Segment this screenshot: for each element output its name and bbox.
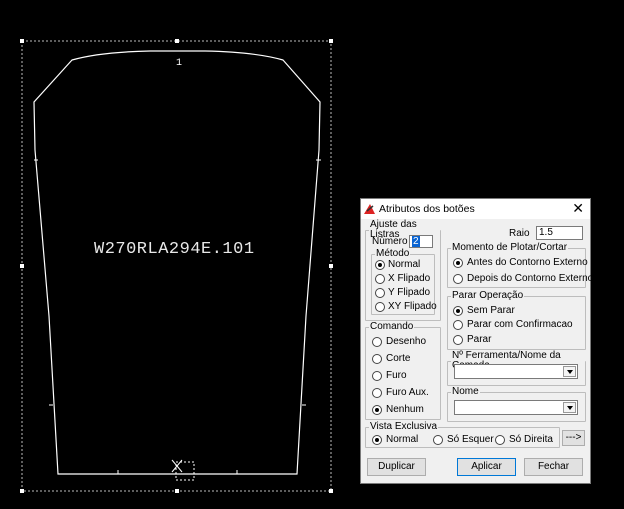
radio-corte[interactable] (372, 354, 382, 364)
radio-depois[interactable] (453, 274, 463, 284)
antes-label: Antes do Contorno Externo (467, 257, 588, 268)
radio-sem-parar[interactable] (453, 306, 463, 316)
fechar-button[interactable]: Fechar (524, 458, 583, 476)
radio-nenhum[interactable] (372, 405, 382, 415)
app-icon (364, 204, 375, 214)
metodo-normal-label: Normal (388, 259, 421, 270)
duplicar-button[interactable]: Duplicar (367, 458, 426, 476)
radio-furo-aux[interactable] (372, 388, 382, 398)
radio-parar-confirmacao[interactable] (453, 320, 463, 330)
part-label: W270RLA294E.101 (94, 240, 255, 259)
close-icon[interactable]: ✕ (572, 201, 584, 215)
radio-metodo-normal[interactable] (375, 260, 385, 270)
numero-input[interactable]: 2 (409, 235, 433, 248)
raio-input[interactable]: 1.5 (536, 226, 583, 240)
radio-vista-normal[interactable] (372, 435, 382, 445)
radio-metodo-y[interactable] (375, 288, 385, 298)
vista-legend: Vista Exclusiva (370, 421, 438, 432)
radio-desenho[interactable] (372, 337, 382, 347)
metodo-y-label: Y Flipado (388, 287, 431, 298)
more-button[interactable]: ---> (562, 430, 585, 446)
part-outline[interactable] (33, 50, 321, 475)
aplicar-button[interactable]: Aplicar (457, 458, 516, 476)
start-point-label: 1 (176, 58, 183, 69)
parar-label: Parar (467, 334, 492, 345)
dialog-titlebar[interactable]: Atributos dos botões ✕ (361, 199, 590, 219)
selection-handles[interactable] (20, 39, 333, 493)
numero-label: Número (372, 236, 408, 247)
sem-parar-label: Sem Parar (467, 305, 515, 316)
raio-label: Raio (509, 228, 530, 239)
furo-aux-label: Furo Aux. (386, 387, 429, 398)
radio-antes[interactable] (453, 258, 463, 268)
selection-box (21, 40, 332, 492)
metodo-x-label: X Flipado (388, 273, 431, 284)
dialog-title: Atributos dos botões (379, 203, 475, 215)
attributes-dialog: Atributos dos botões ✕ Ajuste das Listra… (360, 198, 594, 484)
radio-metodo-xy[interactable] (375, 302, 385, 312)
radio-metodo-x[interactable] (375, 274, 385, 284)
parar-confirmacao-label: Parar com Confirmacao (467, 319, 573, 330)
nome-select[interactable] (454, 400, 578, 415)
radio-furo[interactable] (372, 371, 382, 381)
momento-legend: Momento de Plotar/Cortar (452, 242, 568, 253)
vista-normal-label: Normal (386, 434, 419, 445)
radio-so-direita[interactable] (495, 435, 505, 445)
desenho-label: Desenho (386, 336, 427, 347)
chevron-down-icon[interactable] (563, 366, 576, 377)
chevron-down-icon[interactable] (563, 402, 576, 413)
ferramenta-select[interactable] (454, 364, 578, 379)
furo-label: Furo (386, 370, 407, 381)
metodo-legend: Método (376, 248, 410, 259)
so-direita-label: Só Direita (509, 434, 553, 445)
parar-legend: Parar Operação (452, 290, 524, 301)
radio-parar[interactable] (453, 335, 463, 345)
depois-label: Depois do Contorno Externo (467, 273, 594, 284)
so-esquer-label: Só Esquer (447, 434, 494, 445)
origin-marker[interactable] (171, 459, 195, 481)
outline-notches (34, 159, 321, 474)
metodo-xy-label: XY Flipado (388, 301, 437, 312)
corte-label: Corte (386, 353, 411, 364)
nenhum-label: Nenhum (386, 404, 424, 415)
radio-so-esquer[interactable] (433, 435, 443, 445)
comando-legend: Comando (370, 321, 414, 332)
nome-legend: Nome (452, 386, 479, 397)
